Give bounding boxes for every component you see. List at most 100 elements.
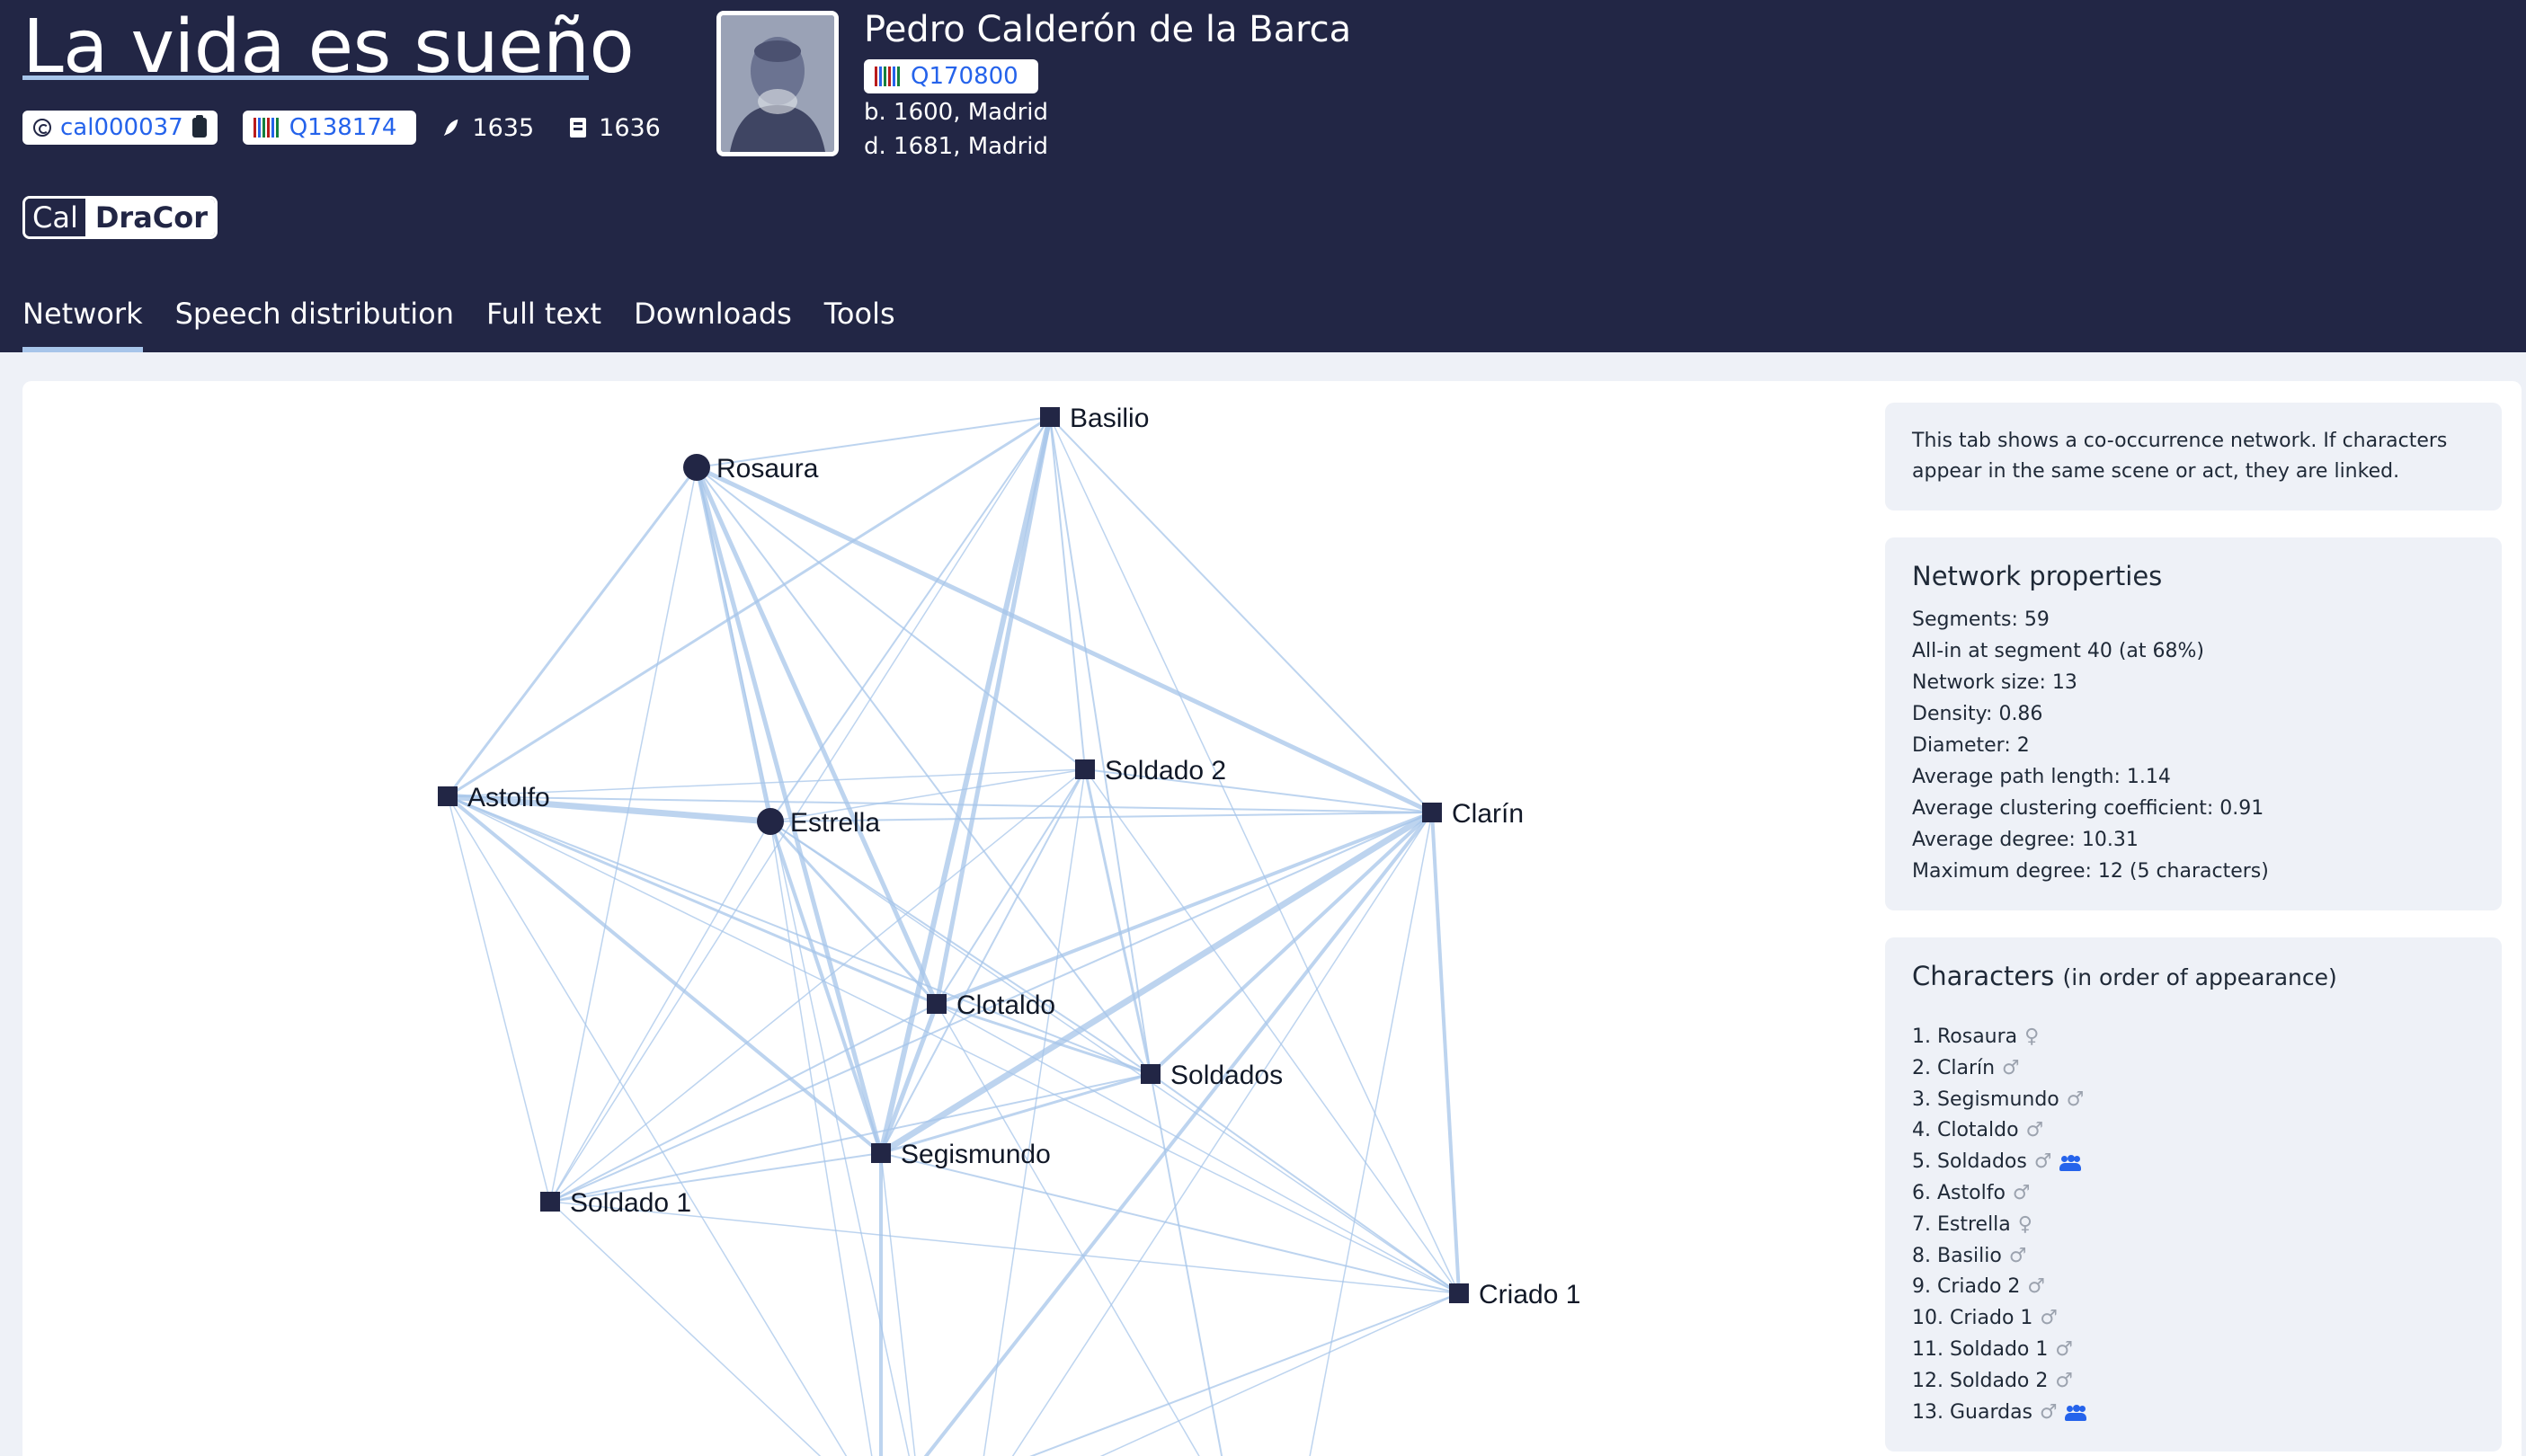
clipboard-icon[interactable] (191, 115, 207, 138)
tab-network[interactable]: Network (22, 297, 143, 352)
character-item[interactable]: 4. Clotaldo ♂ (1912, 1115, 2475, 1147)
info-box: This tab shows a co-occurrence network. … (1885, 403, 2502, 510)
author-wikidata-id[interactable]: Q170800 (911, 63, 1018, 90)
prop-segments: Segments: 59 (1912, 608, 2050, 631)
info-text: This tab shows a co-occurrence network. … (1912, 430, 2448, 483)
node-marker[interactable] (1075, 759, 1095, 779)
character-item[interactable]: 9. Criado 2 ♂ (1912, 1272, 2475, 1303)
network-node[interactable]: Clarín (1422, 799, 1524, 829)
author-born: b. 1600, Madrid (864, 99, 1049, 126)
character-item[interactable]: 1. Rosaura ♀ (1912, 1022, 2475, 1053)
network-node[interactable]: Clotaldo (927, 990, 1055, 1020)
node-marker[interactable] (683, 454, 710, 481)
tab-downloads[interactable]: Downloads (634, 297, 792, 351)
network-properties-box: Network properties Segments: 59 All-in a… (1885, 537, 2502, 910)
character-item[interactable]: 12. Soldado 2 ♂ (1912, 1366, 2475, 1398)
character-item[interactable]: 8. Basilio ♂ (1912, 1241, 2475, 1273)
main-card: Basilio Rosaura Astolfo Estrella Soldado 2 Cl… (22, 381, 2522, 1456)
character-item[interactable]: 5. Soldados ♂ (1912, 1147, 2475, 1178)
character-item[interactable]: 7. Estrella ♀ (1912, 1210, 2475, 1241)
network-svg[interactable]: Basilio Rosaura Astolfo Estrella Soldado 2 Cl… (22, 381, 1874, 1456)
network-edge (447, 795, 1152, 1075)
female-icon: ♀ (2017, 1212, 2032, 1236)
characters-subtitle: (in order of appearance) (2062, 964, 2337, 990)
network-edge (878, 416, 1053, 1154)
character-label: 9. Criado 2 (1912, 1275, 2021, 1299)
network-graph[interactable]: Basilio Rosaura Astolfo Estrella Soldado 2 Cl… (22, 381, 1874, 1456)
character-label: 1. Rosaura (1912, 1025, 2018, 1048)
written-year: 1635 (441, 114, 534, 142)
character-item[interactable]: 3. Segismundo ♂ (1912, 1085, 2475, 1116)
network-node[interactable]: Estrella (757, 808, 880, 838)
author-portrait-image (721, 15, 834, 152)
tab-tools[interactable]: Tools (824, 297, 895, 351)
tab-speech-distribution[interactable]: Speech distribution (175, 297, 454, 351)
character-item[interactable]: 11. Soldado 1 ♂ (1912, 1335, 2475, 1366)
node-label: Estrella (790, 808, 880, 838)
wikidata-icon (875, 67, 902, 86)
network-edge (694, 466, 939, 1006)
character-item[interactable]: 6. Astolfo ♂ (1912, 1178, 2475, 1210)
corpus-logo-right: DraCor (87, 199, 216, 236)
tab-bar: Network Speech distribution Full text Do… (22, 297, 928, 352)
female-icon: ♀ (2024, 1025, 2040, 1048)
character-item[interactable]: 13. Guardas ♂ (1912, 1398, 2475, 1429)
prop-diameter: Diameter: 2 (1912, 734, 2030, 757)
prop-max-degree: Maximum degree: 12 (5 characters) (1912, 860, 2269, 883)
play-wikidata-id[interactable]: Q138174 (289, 114, 397, 141)
male-icon: ♂ (2033, 1150, 2052, 1174)
character-label: 11. Soldado 1 (1912, 1337, 2049, 1361)
play-id-badge[interactable]: cal000037 (22, 111, 218, 145)
network-edge (923, 811, 1434, 1456)
author-wikidata-wrap: Q170800 (864, 59, 1038, 93)
play-wikidata-badge[interactable]: Q138174 (242, 111, 417, 145)
node-marker[interactable] (1422, 803, 1442, 822)
network-edges (446, 415, 1461, 1456)
network-node[interactable]: Basilio (1040, 404, 1149, 433)
play-id[interactable]: cal000037 (60, 114, 183, 141)
corpus-logo[interactable]: Cal DraCor (22, 196, 218, 239)
male-icon: ♂ (2025, 1119, 2044, 1142)
sidebar: This tab shows a co-occurrence network. … (1885, 403, 2502, 1456)
network-edge (446, 466, 698, 797)
tab-full-text[interactable]: Full text (486, 297, 601, 351)
node-marker[interactable] (438, 786, 458, 806)
character-label: 8. Basilio (1912, 1244, 2002, 1267)
prop-network-size: Network size: 13 (1912, 671, 2077, 694)
node-marker[interactable] (1040, 407, 1060, 427)
node-marker[interactable] (540, 1192, 560, 1212)
characters-list: 1. Rosaura ♀ 2. Clarín ♂ 3. Segismundo ♂ 4. Cl… (1912, 1022, 2475, 1428)
play-header: La vida es sueño cal000037 Q138174 1635 … (0, 0, 2526, 352)
network-edge (1049, 416, 1086, 770)
node-marker[interactable] (757, 808, 784, 835)
node-marker[interactable] (871, 1143, 891, 1163)
node-marker[interactable] (1141, 1064, 1161, 1084)
author-name[interactable]: Pedro Calderón de la Barca (864, 9, 1351, 50)
character-item[interactable]: 2. Clarín ♂ (1912, 1053, 2475, 1085)
character-item[interactable]: 10. Criado 1 ♂ (1912, 1303, 2475, 1335)
network-edge (880, 1152, 916, 1456)
node-label: Soldados (1170, 1061, 1283, 1090)
network-edge (769, 821, 1460, 1294)
male-icon: ♂ (2040, 1400, 2058, 1424)
male-icon: ♂ (2012, 1181, 2031, 1204)
character-label: 12. Soldado 2 (1912, 1369, 2049, 1392)
network-node[interactable]: Criado 1 (1449, 1280, 1580, 1310)
network-edge (1029, 1292, 1460, 1456)
author-died: d. 1681, Madrid (864, 133, 1049, 160)
network-edge (447, 795, 551, 1203)
node-label: Soldado 1 (570, 1188, 691, 1218)
characters-box: Characters (in order of appearance) 1. R… (1885, 937, 2502, 1452)
network-edge (1430, 812, 1461, 1294)
node-marker[interactable] (927, 994, 947, 1014)
characters-title: Characters (in order of appearance) (1912, 961, 2475, 991)
male-icon: ♂ (2002, 1056, 2020, 1079)
network-edge (446, 795, 883, 1155)
prop-density: Density: 0.86 (1912, 703, 2043, 725)
node-marker[interactable] (1449, 1283, 1469, 1303)
male-icon: ♂ (2040, 1307, 2059, 1330)
network-edge (1309, 812, 1433, 1456)
author-wikidata-badge[interactable]: Q170800 (864, 59, 1038, 93)
play-meta-row: cal000037 Q138174 1635 1636 (22, 110, 697, 146)
node-label: Criado 1 (1479, 1280, 1580, 1310)
